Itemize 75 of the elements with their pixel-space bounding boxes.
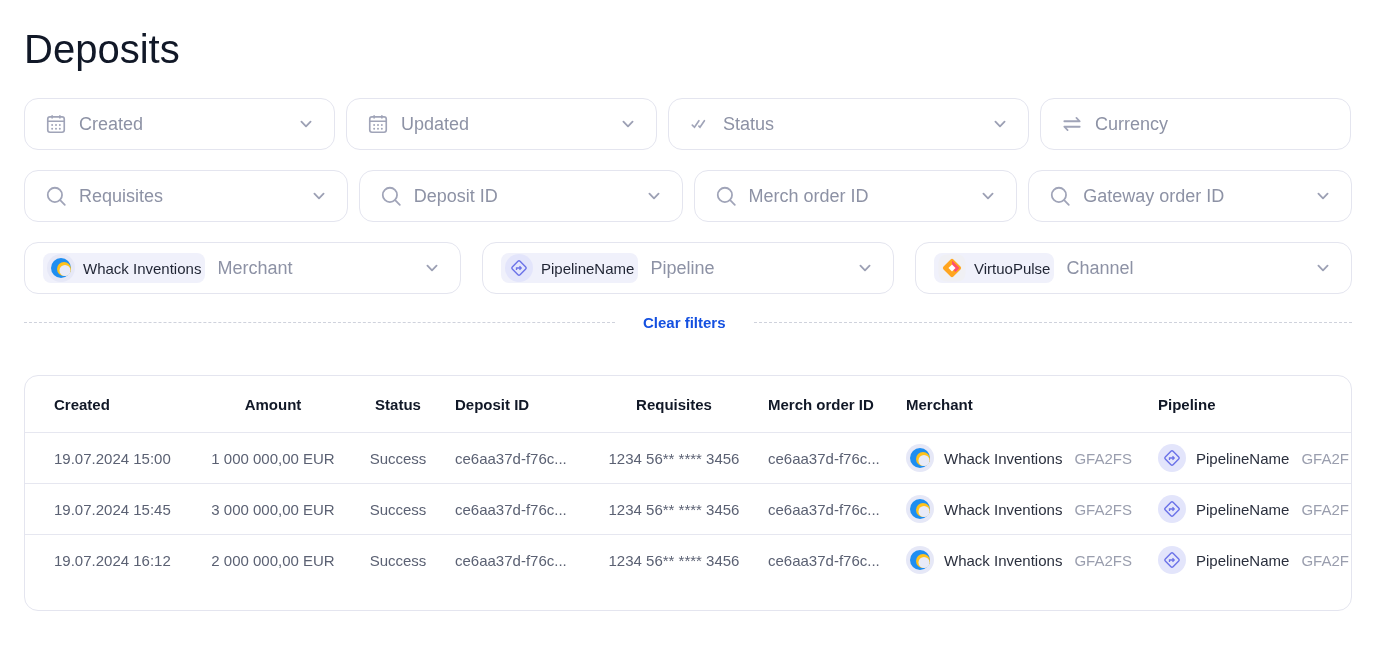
- search-icon: [1049, 185, 1072, 207]
- pipeline-name: PipelineName: [1196, 449, 1290, 467]
- column-header: Deposit ID: [455, 395, 530, 413]
- filter-field[interactable]: Status: [668, 98, 1029, 150]
- select-field[interactable]: PipelineName Pipeline: [482, 242, 894, 294]
- calendar-icon: [367, 113, 389, 135]
- amount-cell: 3 000 000,00 EUR: [211, 500, 335, 518]
- calendar-icon: [45, 113, 67, 135]
- merchant-name: Whack Inventions: [944, 500, 1063, 518]
- amount-cell: 2 000 000,00 EUR: [211, 551, 335, 569]
- merchant-logo-icon: [47, 254, 75, 282]
- column-header: Pipeline: [1158, 395, 1216, 413]
- merchant-name: Whack Inventions: [944, 551, 1063, 569]
- search-icon: [45, 185, 67, 207]
- filter-field[interactable]: Currency: [1040, 98, 1351, 150]
- filter-field[interactable]: Created: [24, 98, 335, 150]
- pipeline-code: GFA2F: [1301, 551, 1349, 569]
- date-cell: 19.07.2024 15:45: [54, 500, 171, 518]
- placeholder-text: Merchant: [217, 257, 294, 279]
- column-header: Requisites: [636, 395, 712, 413]
- merchant-logo-icon: [906, 546, 934, 574]
- id-cell: ce6aa37d-f76c...: [768, 449, 880, 467]
- merchant-code: GFA2FS: [1074, 551, 1132, 569]
- placeholder-text: Currency: [1095, 113, 1170, 135]
- status-cell: Success: [369, 500, 427, 518]
- column-header: Status: [375, 395, 421, 413]
- placeholder-text: Status: [723, 113, 776, 135]
- pipeline-name: PipelineName: [1196, 500, 1290, 518]
- requisites-cell: 1234 56** **** 3456: [608, 449, 740, 467]
- clear-filters-link[interactable]: Clear filters: [615, 314, 754, 331]
- amount-cell: 1 000 000,00 EUR: [211, 449, 335, 467]
- page-title: Deposits: [24, 26, 181, 73]
- search-field[interactable]: Requisites: [24, 170, 348, 222]
- pipeline-code: GFA2F: [1301, 500, 1349, 518]
- column-header: Amount: [244, 395, 302, 413]
- id-cell: ce6aa37d-f76c...: [455, 500, 567, 518]
- search-field[interactable]: Merch order ID: [693, 170, 1018, 222]
- merchant-name: Whack Inventions: [944, 449, 1063, 467]
- merchant-code: GFA2FS: [1074, 500, 1132, 518]
- select-field[interactable]: VirtuoPulse Channel: [915, 242, 1352, 294]
- id-cell: ce6aa37d-f76c...: [455, 551, 567, 569]
- placeholder-text: Created: [79, 113, 145, 135]
- placeholder-text: Requisites: [79, 185, 165, 207]
- merchant-logo-icon: [906, 444, 934, 472]
- status-cell: Success: [369, 551, 427, 569]
- placeholder-text: Pipeline: [650, 257, 716, 279]
- date-cell: 19.07.2024 15:00: [54, 449, 171, 467]
- selected-chip[interactable]: PipelineName: [501, 253, 639, 283]
- merchant-code: GFA2FS: [1074, 449, 1132, 467]
- date-cell: 19.07.2024 16:12: [54, 551, 171, 569]
- requisites-cell: 1234 56** **** 3456: [608, 500, 740, 518]
- requisites-cell: 1234 56** **** 3456: [608, 551, 740, 569]
- placeholder-text: Gateway order ID: [1083, 185, 1226, 207]
- status-cell: Success: [369, 449, 427, 467]
- id-cell: ce6aa37d-f76c...: [768, 500, 880, 518]
- selected-chip[interactable]: Whack Inventions: [43, 253, 206, 283]
- column-header: Merch order ID: [768, 395, 874, 413]
- search-icon: [379, 185, 402, 207]
- column-header: Merchant: [906, 395, 973, 413]
- id-cell: ce6aa37d-f76c...: [455, 449, 567, 467]
- placeholder-text: Updated: [401, 113, 471, 135]
- search-field[interactable]: Gateway order ID: [1028, 170, 1352, 222]
- pipeline-code: GFA2F: [1301, 449, 1349, 467]
- merchant-logo-icon: [906, 495, 934, 523]
- placeholder-text: Merch order ID: [748, 185, 870, 207]
- column-header: Created: [54, 395, 110, 413]
- search-field[interactable]: Deposit ID: [358, 170, 683, 222]
- select-field[interactable]: Whack Inventions Merchant: [24, 242, 461, 294]
- pipeline-name: PipelineName: [1196, 551, 1290, 569]
- filter-field[interactable]: Updated: [346, 98, 657, 150]
- selected-chip[interactable]: VirtuoPulse: [934, 253, 1055, 283]
- id-cell: ce6aa37d-f76c...: [768, 551, 880, 569]
- placeholder-text: Channel: [1066, 257, 1135, 279]
- placeholder-text: Deposit ID: [413, 185, 499, 207]
- search-icon: [714, 185, 737, 207]
